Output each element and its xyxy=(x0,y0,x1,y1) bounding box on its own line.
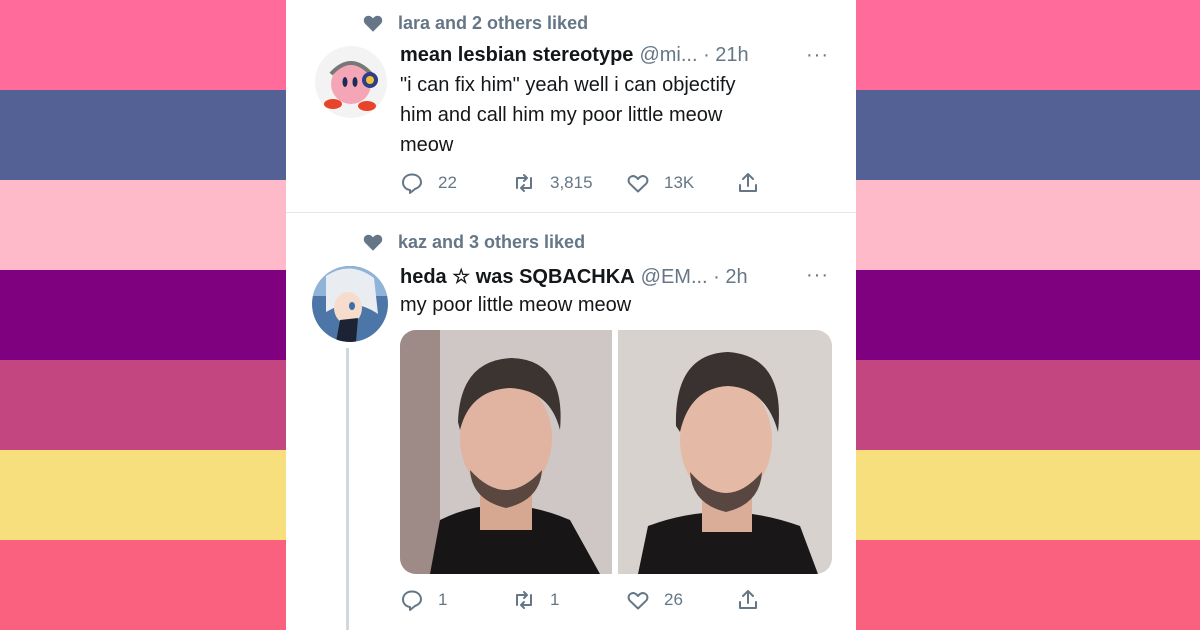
tweet-text-line: "i can fix him" yeah well i can objectif… xyxy=(400,74,736,96)
tweet-text-line: meow xyxy=(400,134,454,156)
social-context[interactable]: lara and 2 others liked xyxy=(362,12,588,34)
like-icon xyxy=(627,592,649,610)
reply-icon xyxy=(402,173,422,194)
reply-icon xyxy=(402,590,422,611)
avatar[interactable] xyxy=(315,46,387,118)
tweet-header: heda ☆ was SQBACHKA @EM... · 2h xyxy=(400,264,748,289)
tweet-card: lara and 2 others liked mean lesbian ste… xyxy=(286,0,856,630)
retweet-button[interactable]: 3,815 xyxy=(512,171,593,195)
share-button[interactable] xyxy=(736,588,774,612)
heart-icon xyxy=(363,234,383,251)
share-button[interactable] xyxy=(736,171,774,195)
like-count: 26 xyxy=(664,590,683,609)
tweet-text: my poor little meow meow xyxy=(400,290,840,320)
tweet-actions: 22 3,815 13K xyxy=(400,171,840,197)
anime-character-avatar xyxy=(312,266,388,342)
tweet-header: mean lesbian stereotype @mi... · 21h xyxy=(400,44,749,67)
media-photo-right[interactable] xyxy=(618,330,832,574)
heart-icon xyxy=(363,15,383,32)
retweet-icon xyxy=(516,591,532,609)
reply-button[interactable]: 1 xyxy=(400,588,447,612)
man-with-dark-hair-photo-left xyxy=(400,330,612,574)
like-button[interactable]: 13K xyxy=(626,171,694,195)
retweet-icon xyxy=(516,174,532,192)
media-photo-left[interactable] xyxy=(400,330,612,574)
reply-count: 22 xyxy=(438,173,457,192)
tweet-text-line: him and call him my poor little meow xyxy=(400,104,723,126)
thread-line xyxy=(346,348,349,630)
handle-and-time[interactable]: @mi... · 21h xyxy=(639,44,748,67)
display-name[interactable]: heda ☆ was SQBACHKA xyxy=(400,264,635,289)
tweet-divider xyxy=(286,212,856,213)
share-icon xyxy=(739,590,757,609)
like-count: 13K xyxy=(664,173,695,192)
social-context[interactable]: kaz and 3 others liked xyxy=(362,231,585,253)
more-options-button[interactable]: ··· xyxy=(806,44,829,67)
retweet-count: 1 xyxy=(550,590,560,609)
handle-and-time[interactable]: @EM... · 2h xyxy=(641,266,748,289)
social-context-text: kaz and 3 others liked xyxy=(398,231,586,252)
social-context-text: lara and 2 others liked xyxy=(398,12,589,33)
avatar[interactable] xyxy=(312,266,388,342)
like-button[interactable]: 26 xyxy=(626,588,683,612)
reply-count: 1 xyxy=(438,590,448,609)
retweet-button[interactable]: 1 xyxy=(512,588,559,612)
man-with-dark-hair-photo-right xyxy=(618,330,832,574)
reply-button[interactable]: 22 xyxy=(400,171,457,195)
tweet-text: "i can fix him" yeah well i can objectif… xyxy=(400,70,840,160)
tweet-text-line: my poor little meow meow xyxy=(400,294,632,316)
tweet-actions: 1 1 26 xyxy=(400,588,840,614)
display-name[interactable]: mean lesbian stereotype xyxy=(400,44,633,67)
share-icon xyxy=(739,173,757,192)
more-options-button[interactable]: ··· xyxy=(806,264,829,287)
tweet-media[interactable] xyxy=(400,330,832,574)
retweet-count: 3,815 xyxy=(550,173,593,192)
like-icon xyxy=(627,175,649,193)
kirby-with-headphones-avatar xyxy=(315,46,387,118)
